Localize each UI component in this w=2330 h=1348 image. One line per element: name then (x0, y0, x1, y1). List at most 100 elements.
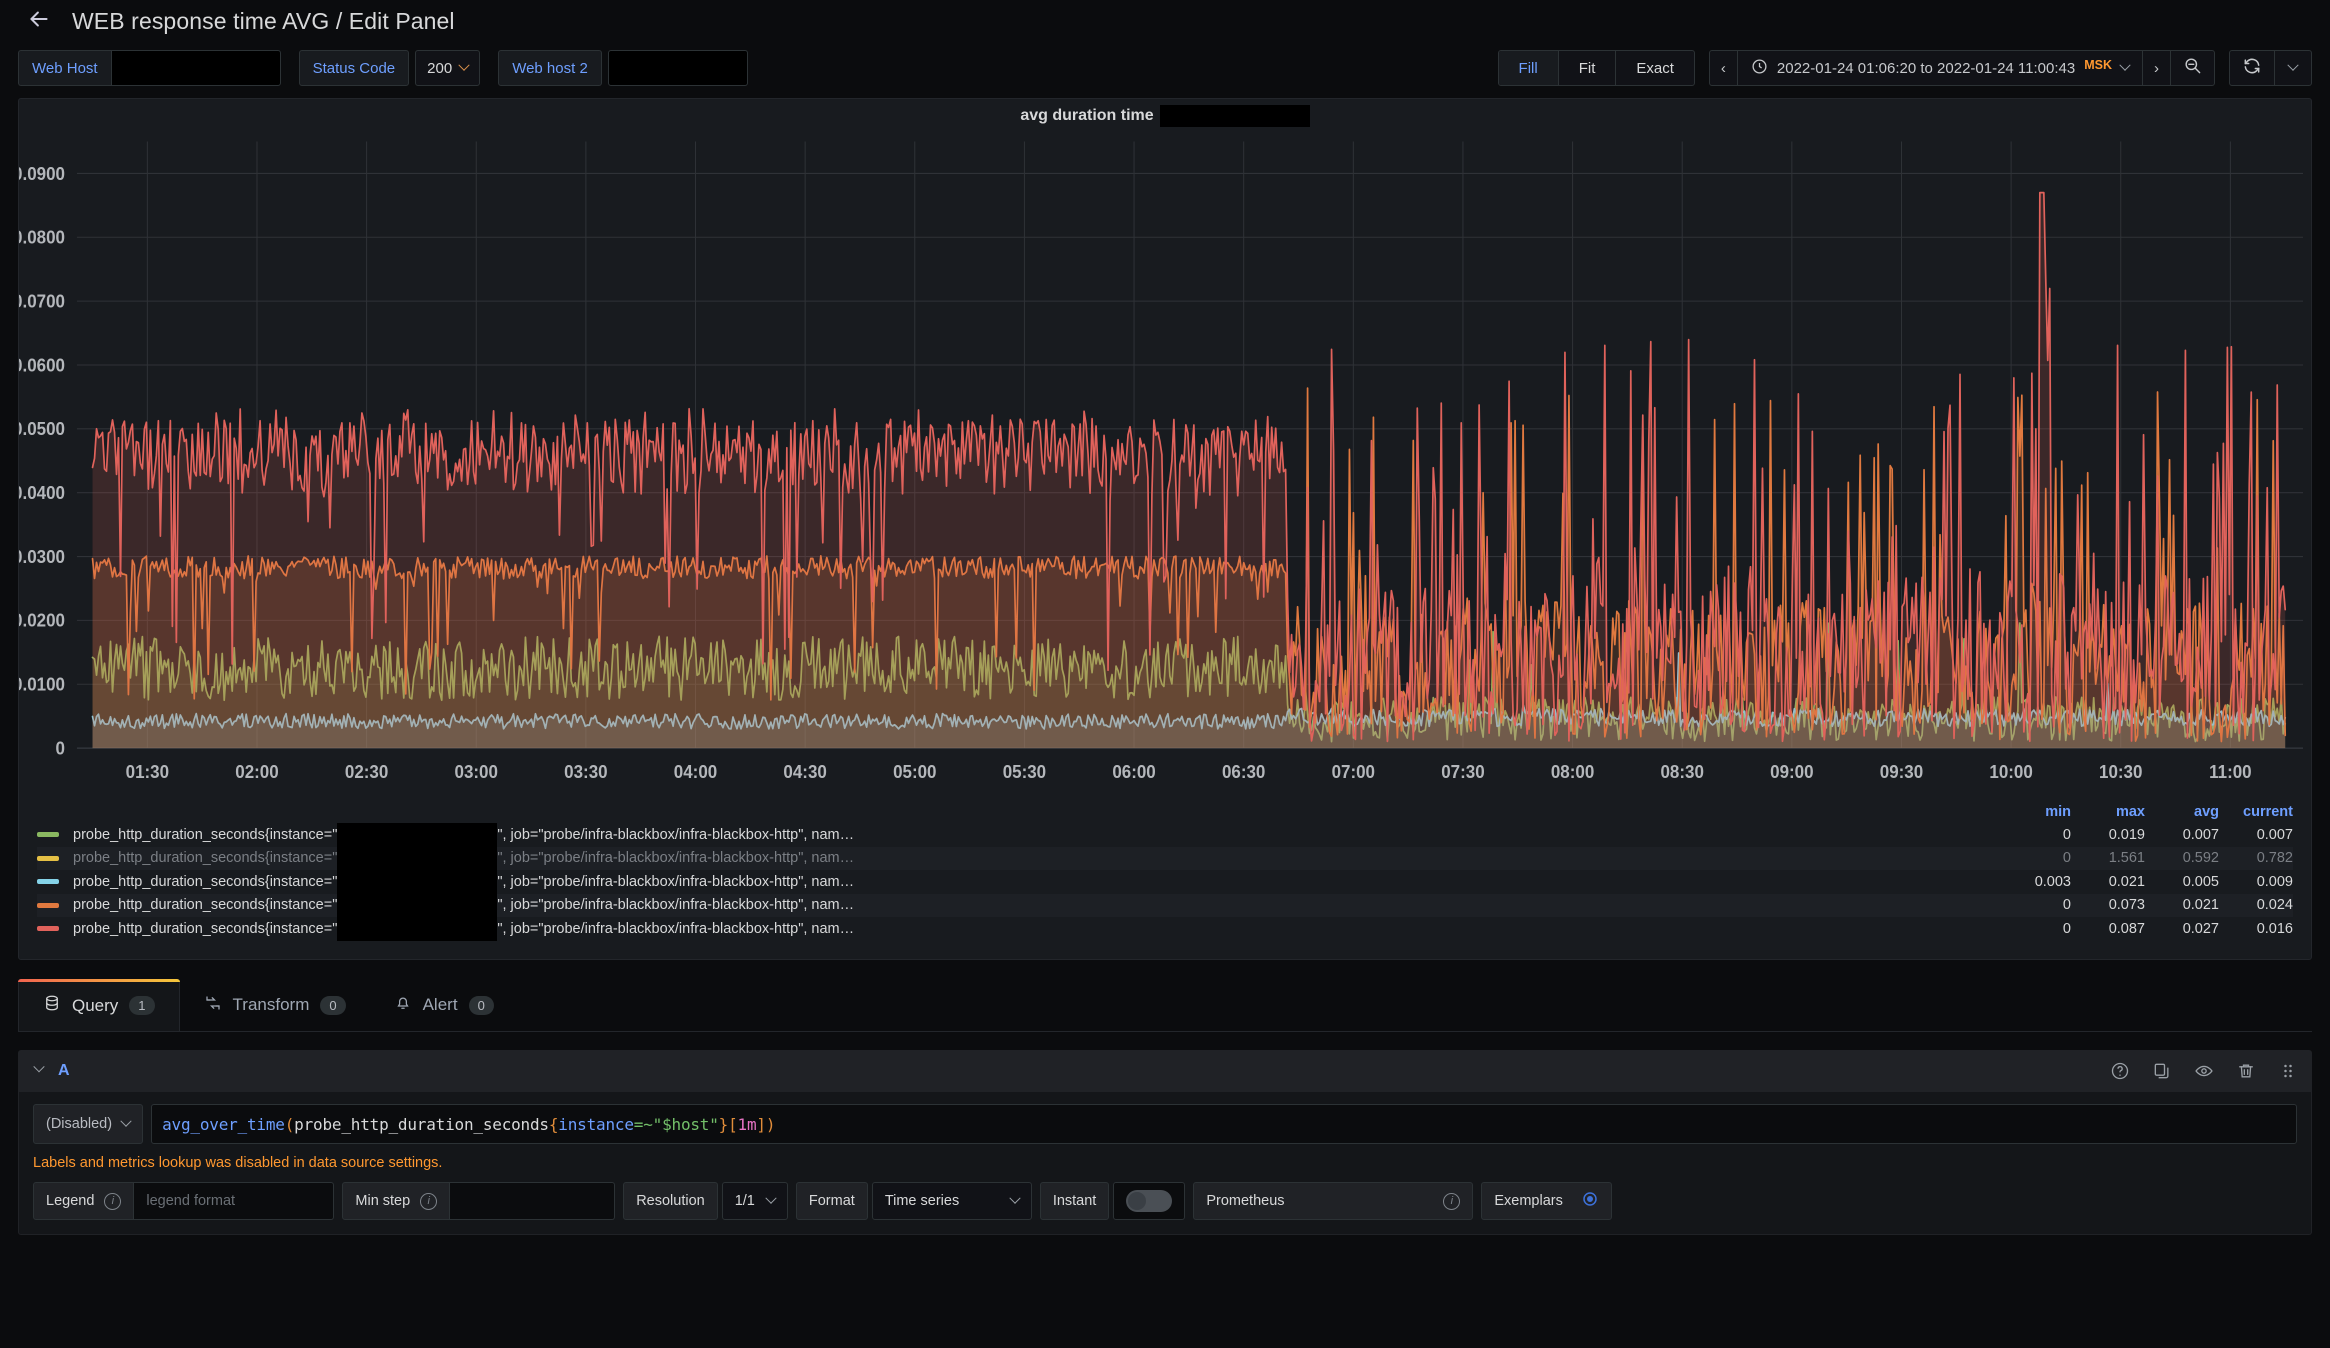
y-axis-tick-label: 0 (56, 738, 66, 759)
legend-col-min[interactable]: min (1997, 804, 2071, 820)
info-icon[interactable]: i (420, 1192, 438, 1210)
drag-handle-icon[interactable] (2278, 1061, 2298, 1081)
query-row-header: A (18, 1050, 2312, 1092)
query-disabled-label: (Disabled) (46, 1116, 113, 1132)
eye-icon[interactable] (2194, 1061, 2214, 1081)
panel-size-mode-group: Fill Fit Exact (1497, 50, 1695, 86)
legend-row[interactable]: probe_http_duration_seconds{instance=" ",… (37, 822, 2293, 847)
time-range-text: 2022-01-24 01:06:20 to 2022-01-24 11:00:… (1776, 59, 2076, 77)
back-button[interactable] (18, 0, 60, 42)
instant-toggle-wrapper (1113, 1182, 1186, 1220)
x-axis-tick-label: 02:00 (235, 761, 279, 782)
redacted-value (618, 54, 737, 82)
legend-stat-current: 0.782 (2256, 850, 2293, 867)
query-row-body: (Disabled) avg_over_time(probe_http_dura… (18, 1092, 2312, 1235)
legend-header-row: min max avg current (37, 801, 2293, 823)
legend-label: Legend i (33, 1182, 135, 1220)
legend-color-swatch[interactable] (37, 879, 59, 885)
x-axis-tick-label: 07:30 (1441, 761, 1485, 782)
legend-stat-current: 0.024 (2256, 897, 2293, 914)
chevron-down-icon (1009, 1192, 1021, 1204)
y-axis-tick-label: 0.0700 (19, 291, 65, 312)
legend-stat-current: 0.009 (2256, 873, 2293, 890)
variable-web-host: Web Host (18, 50, 281, 86)
time-prev-button[interactable]: ‹ (1710, 51, 1738, 85)
legend-stat-min: 0 (2062, 850, 2071, 867)
info-icon[interactable]: i (104, 1192, 122, 1210)
size-mode-fill[interactable]: Fill (1498, 51, 1559, 85)
variable-web-host-label: Web Host (18, 50, 111, 86)
legend-color-swatch[interactable] (37, 855, 59, 861)
legend-series-name[interactable]: probe_http_duration_seconds{instance=" ",… (73, 846, 1997, 871)
legend-col-current[interactable]: current (2219, 804, 2293, 820)
min-step-input[interactable] (450, 1182, 616, 1220)
expr-token: ( (284, 1114, 295, 1134)
variable-status-code-label: Status Code (298, 50, 410, 86)
refresh-button[interactable] (2230, 51, 2275, 85)
legend-row[interactable]: probe_http_duration_seconds{instance=" ",… (37, 869, 2293, 894)
time-series-chart[interactable]: 0.0900 0.0800 0.0700 0.0600 0.0500 0.0400 0.03… (19, 133, 2311, 799)
refresh-icon (2242, 56, 2262, 81)
legend-series-name[interactable]: probe_http_duration_seconds{instance=" ",… (73, 893, 1997, 918)
variable-web-host-2-input[interactable] (607, 50, 748, 86)
legend-stat-min: 0 (2062, 826, 2071, 843)
time-range-picker: ‹ 2022-01-24 01:06:20 to 2022-01-24 11:0… (1708, 50, 2215, 86)
legend-row[interactable]: probe_http_duration_seconds{instance=" ",… (37, 916, 2293, 941)
legend-row[interactable]: probe_http_duration_seconds{instance=" ",… (37, 846, 2293, 871)
info-icon[interactable]: i (1443, 1192, 1461, 1210)
instant-toggle[interactable] (1126, 1190, 1173, 1212)
legend-series-name[interactable]: probe_http_duration_seconds{instance=" ",… (73, 822, 1997, 847)
legend-color-swatch[interactable] (37, 902, 59, 908)
legend-color-swatch[interactable] (37, 926, 59, 932)
tab-alert[interactable]: Alert 0 (370, 979, 518, 1031)
size-mode-exact[interactable]: Exact (1616, 51, 1694, 85)
legend-series-name[interactable]: probe_http_duration_seconds{instance=" ",… (73, 869, 1997, 894)
legend-stat-min: 0 (2062, 897, 2071, 914)
legend-stat-max: 0.019 (2108, 826, 2145, 843)
legend-col-avg[interactable]: avg (2145, 804, 2219, 820)
panel-header: avg duration time (19, 99, 2311, 133)
exemplars-label-text: Exemplars (1494, 1193, 1563, 1209)
x-axis-tick-label: 04:00 (674, 761, 718, 782)
query-ref-id[interactable]: A (58, 1062, 70, 1080)
legend-series-name[interactable]: probe_http_duration_seconds{instance=" ",… (73, 916, 1997, 941)
size-mode-fit[interactable]: Fit (1559, 51, 1617, 85)
legend-color-swatch[interactable] (37, 832, 59, 838)
legend-stat-avg: 0.007 (2182, 826, 2219, 843)
expr-token: } (718, 1114, 729, 1134)
variable-status-code-select[interactable]: 200 (415, 50, 481, 86)
help-icon[interactable] (2110, 1061, 2130, 1081)
tab-transform[interactable]: Transform 0 (180, 979, 370, 1031)
query-type-dropdown[interactable]: (Disabled) (33, 1104, 144, 1144)
copy-icon[interactable] (2152, 1061, 2172, 1081)
tab-query[interactable]: Query 1 (18, 979, 180, 1031)
expr-token: { (548, 1114, 559, 1134)
legend-col-max[interactable]: max (2071, 804, 2145, 820)
chevron-down-icon (2287, 59, 2299, 71)
resolution-select[interactable]: 1/1 (721, 1182, 788, 1220)
target-icon[interactable] (1581, 1190, 1599, 1212)
y-axis-tick-label: 0.0600 (19, 355, 65, 376)
instant-field: Instant (1039, 1182, 1186, 1220)
trash-icon[interactable] (2236, 1061, 2256, 1081)
legend-stat-max: 0.073 (2108, 897, 2145, 914)
redacted-instance (337, 869, 498, 894)
zoom-out-button[interactable] (2171, 51, 2214, 85)
collapse-query-button[interactable] (32, 1061, 46, 1078)
legend-row[interactable]: probe_http_duration_seconds{instance=" ",… (37, 893, 2293, 918)
time-range-button[interactable]: 2022-01-24 01:06:20 to 2022-01-24 11:00:… (1738, 51, 2143, 85)
format-select[interactable]: Time series (871, 1182, 1032, 1220)
time-next-button[interactable]: › (2143, 51, 2171, 85)
min-step-label: Min step i (342, 1182, 451, 1220)
variable-web-host-input[interactable] (110, 50, 281, 86)
redacted-instance (337, 916, 498, 941)
y-axis-tick-label: 0.0400 (19, 483, 65, 504)
refresh-interval-dropdown[interactable] (2275, 51, 2311, 85)
expr-token: instance (558, 1114, 634, 1134)
chart-plot-area[interactable]: 0.0900 0.0800 0.0700 0.0600 0.0500 0.0400 0.03… (19, 133, 2311, 799)
x-axis-tick-label: 05:00 (893, 761, 937, 782)
promql-expression-input[interactable]: avg_over_time(probe_http_duration_second… (151, 1104, 2297, 1144)
x-axis-tick-label: 03:00 (455, 761, 499, 782)
legend-format-input[interactable]: legend format (134, 1182, 335, 1220)
panel-toolbar-right: Fill Fit Exact ‹ 2022-01-24 01:06:20 to … (1497, 50, 2312, 86)
